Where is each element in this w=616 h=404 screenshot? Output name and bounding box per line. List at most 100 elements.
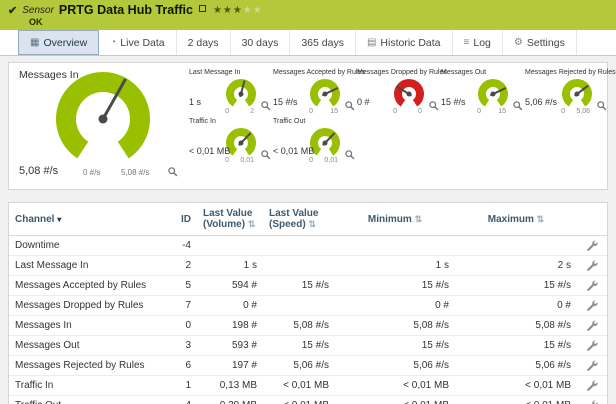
sensor-title: PRTG Data Hub Traffic bbox=[59, 3, 193, 17]
gauge-messages-out: Messages Out15 #/s015 bbox=[441, 69, 525, 118]
col-last-value-speed[interactable]: Last Value(Speed) ⇅ bbox=[263, 203, 335, 236]
last-value-volume: 593 # bbox=[197, 336, 263, 356]
channel-name[interactable]: Downtime bbox=[9, 236, 159, 256]
last-value-volume: 594 # bbox=[197, 276, 263, 296]
maximum-value bbox=[455, 236, 577, 256]
last-value-volume: 1 s bbox=[197, 256, 263, 276]
tab-2-days[interactable]: 2 days bbox=[177, 30, 231, 55]
tab-overview[interactable]: ▦Overview bbox=[18, 30, 99, 55]
external-link-icon[interactable] bbox=[199, 5, 206, 12]
tab-label: Live Data bbox=[120, 37, 164, 49]
gauge-value: 15 #/s bbox=[441, 97, 466, 107]
minimum-value: < 0,01 MB bbox=[335, 376, 455, 396]
table-row[interactable]: Traffic In10,13 MB< 0,01 MB< 0,01 MB< 0,… bbox=[9, 376, 607, 396]
col-minimum[interactable]: Minimum ⇅ bbox=[335, 203, 455, 236]
col-id[interactable]: ID bbox=[159, 203, 197, 236]
table-header-row: Channel ▾ ID Last Value(Volume) ⇅ Last V… bbox=[9, 203, 607, 236]
primary-gauge-scale-min: 0 #/s bbox=[83, 168, 100, 177]
maximum-value: 15 #/s bbox=[455, 336, 577, 356]
channel-settings-button[interactable] bbox=[577, 396, 607, 404]
gauge-value: 1 s bbox=[189, 97, 201, 107]
gauge-label: Traffic In bbox=[189, 118, 273, 125]
channel-name[interactable]: Messages Rejected by Rules bbox=[9, 356, 159, 376]
tab-label: Overview bbox=[43, 37, 87, 49]
gauge-zoom-icon[interactable] bbox=[428, 98, 439, 116]
table-row[interactable]: Messages Rejected by Rules6197 #5,06 #/s… bbox=[9, 356, 607, 376]
gauge-zoom-icon[interactable] bbox=[167, 164, 178, 182]
tab-historic-data[interactable]: ▤Historic Data bbox=[356, 30, 453, 55]
last-value-speed: < 0,01 MB bbox=[263, 376, 335, 396]
tab-label: 365 days bbox=[301, 37, 344, 49]
sensor-status: OK bbox=[29, 17, 608, 27]
minimum-value: 1 s bbox=[335, 256, 455, 276]
channel-name[interactable]: Messages Dropped by Rules bbox=[9, 296, 159, 316]
gauge-scale-min: 0 bbox=[309, 108, 313, 115]
gauge-label: Messages Accepted by Rules bbox=[273, 69, 357, 76]
table-row[interactable]: Messages Out3593 #15 #/s15 #/s15 #/s bbox=[9, 336, 607, 356]
last-value-speed: 15 #/s bbox=[263, 336, 335, 356]
table-row[interactable]: Traffic Out40,39 MB< 0,01 MB< 0,01 MB< 0… bbox=[9, 396, 607, 404]
table-row[interactable]: Messages In0198 #5,08 #/s5,08 #/s5,08 #/… bbox=[9, 316, 607, 336]
gauge-dial bbox=[225, 78, 257, 110]
content-area: Messages In 5,08 #/s 0 #/s 5,08 #/s Last… bbox=[0, 56, 616, 404]
tab-label: Settings bbox=[527, 37, 565, 49]
channel-name[interactable]: Last Message In bbox=[9, 256, 159, 276]
log-icon: ≡ bbox=[464, 37, 470, 48]
gauge-label: Messages Dropped by Rules bbox=[357, 69, 441, 76]
gauge-zoom-icon[interactable] bbox=[260, 147, 271, 165]
tab-bar: ▦Overview◔Live Data2 days30 days 365 days… bbox=[0, 30, 616, 56]
channel-settings-button[interactable] bbox=[577, 276, 607, 296]
gauge-zoom-icon[interactable] bbox=[596, 98, 607, 116]
object-kind-label: Sensor bbox=[22, 5, 54, 16]
table-row[interactable]: Downtime-4 bbox=[9, 236, 607, 256]
gauge-scale-max: 5,06 bbox=[576, 108, 590, 115]
sort-icon: ⇅ bbox=[248, 219, 256, 229]
gauge-label: Messages Rejected by Rules bbox=[525, 69, 609, 76]
channel-name[interactable]: Messages In bbox=[9, 316, 159, 336]
tab-live-data[interactable]: ◔Live Data bbox=[99, 30, 176, 55]
table-row[interactable]: Last Message In21 s1 s2 s bbox=[9, 256, 607, 276]
tab-365-days[interactable]: 365 days bbox=[290, 30, 356, 55]
channel-settings-button[interactable] bbox=[577, 356, 607, 376]
tab-30-days[interactable]: 30 days bbox=[231, 30, 291, 55]
sensor-header: ✔ Sensor PRTG Data Hub Traffic ★★★★★ OK bbox=[0, 0, 616, 30]
primary-gauge-dial bbox=[55, 71, 151, 167]
gauge-label: Messages Out bbox=[441, 69, 525, 76]
channel-settings-button[interactable] bbox=[577, 296, 607, 316]
gauge-dial bbox=[477, 78, 509, 110]
channel-settings-button[interactable] bbox=[577, 256, 607, 276]
last-value-volume: 198 # bbox=[197, 316, 263, 336]
maximum-value: 5,06 #/s bbox=[455, 356, 577, 376]
gauge-scale-min: 0 bbox=[225, 108, 229, 115]
channel-name[interactable]: Messages Accepted by Rules bbox=[9, 276, 159, 296]
channel-settings-button[interactable] bbox=[577, 316, 607, 336]
channel-name[interactable]: Traffic In bbox=[9, 376, 159, 396]
settings-icon: ⚙ bbox=[514, 37, 523, 48]
gauge-zoom-icon[interactable] bbox=[512, 98, 523, 116]
gauge-label: Last Message In bbox=[189, 69, 273, 76]
col-maximum[interactable]: Maximum ⇅ bbox=[455, 203, 577, 236]
gauge-scale-max: 15 bbox=[498, 108, 506, 115]
channel-settings-button[interactable] bbox=[577, 376, 607, 396]
priority-stars[interactable]: ★★★★★ bbox=[213, 5, 263, 16]
tab-log[interactable]: ≡Log bbox=[453, 30, 503, 55]
gauge-zoom-icon[interactable] bbox=[260, 98, 271, 116]
gauge-zoom-icon[interactable] bbox=[344, 98, 355, 116]
col-channel[interactable]: Channel ▾ bbox=[9, 203, 159, 236]
col-last-value-volume[interactable]: Last Value(Volume) ⇅ bbox=[197, 203, 263, 236]
table-row[interactable]: Messages Dropped by Rules70 #0 #0 # bbox=[9, 296, 607, 316]
gauge-zoom-icon[interactable] bbox=[344, 147, 355, 165]
channel-table-panel: Channel ▾ ID Last Value(Volume) ⇅ Last V… bbox=[8, 202, 608, 404]
gauge-dial bbox=[393, 78, 425, 110]
maximum-value: 2 s bbox=[455, 256, 577, 276]
channel-name[interactable]: Messages Out bbox=[9, 336, 159, 356]
table-row[interactable]: Messages Accepted by Rules5594 #15 #/s15… bbox=[9, 276, 607, 296]
channel-settings-button[interactable] bbox=[577, 336, 607, 356]
channel-name[interactable]: Traffic Out bbox=[9, 396, 159, 404]
tab-settings[interactable]: ⚙ Settings bbox=[503, 30, 577, 55]
maximum-value: 15 #/s bbox=[455, 276, 577, 296]
gauge-scale-min: 0 bbox=[393, 108, 397, 115]
channel-settings-button[interactable] bbox=[577, 236, 607, 256]
last-value-volume: 0,39 MB bbox=[197, 396, 263, 404]
last-value-volume: 0,13 MB bbox=[197, 376, 263, 396]
